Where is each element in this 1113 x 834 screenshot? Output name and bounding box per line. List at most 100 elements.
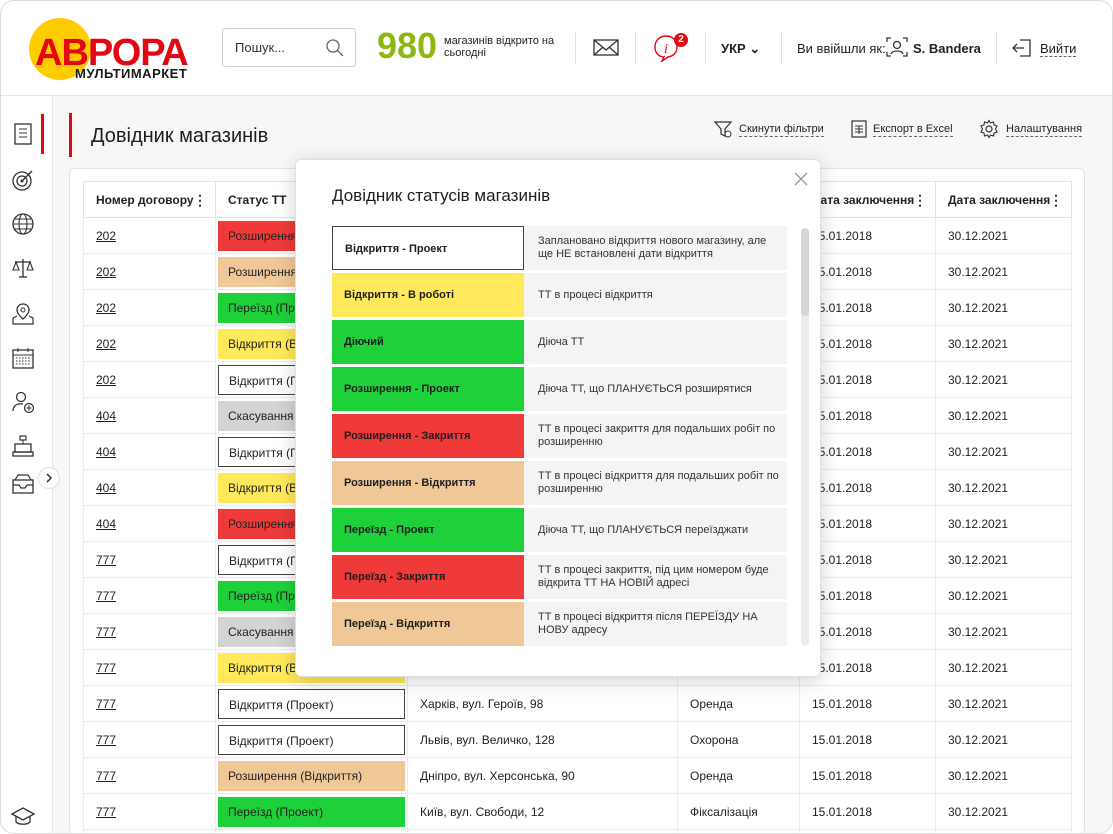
table-row[interactable]: 777 Відкриття (Проект) Харків, вул. Героїв… xyxy=(83,685,1072,722)
export-excel-link[interactable]: Експорт в Excel xyxy=(873,123,953,137)
date-end-cell xyxy=(935,829,1072,833)
contract-number-link[interactable]: 777 xyxy=(96,661,116,675)
status-badge[interactable]: Переїзд (Проект) xyxy=(218,796,405,827)
contract-number-cell[interactable] xyxy=(83,829,216,833)
column-menu-icon[interactable]: ⋮ xyxy=(193,193,207,207)
settings-link[interactable]: Налаштування xyxy=(1006,123,1083,137)
contract-number-link[interactable]: 202 xyxy=(96,301,116,315)
contract-number-cell[interactable]: 777 xyxy=(83,577,216,614)
status-badge[interactable]: Відкриття (Проект) xyxy=(218,724,405,755)
logout-link[interactable]: Вийти xyxy=(1040,41,1077,57)
contract-number-link[interactable]: 777 xyxy=(96,733,116,747)
contract-number-link[interactable]: 404 xyxy=(96,517,116,531)
table-row[interactable]: 777 Переїзд (Проект) Київ, вул. Свободи, 1… xyxy=(83,793,1072,830)
search-box[interactable] xyxy=(222,28,356,67)
type-cell: Охорона xyxy=(677,721,800,758)
reset-filters-link[interactable]: Скинути фільтри xyxy=(739,123,824,137)
contract-number-cell[interactable]: 202 xyxy=(83,289,216,326)
column-menu-icon[interactable]: ⋮ xyxy=(1049,193,1063,207)
mail-icon[interactable] xyxy=(591,32,621,62)
date-end-cell: 30.12.2021 xyxy=(935,613,1072,650)
status-description: Діюча ТТ xyxy=(538,320,783,364)
contract-number-cell[interactable]: 404 xyxy=(83,397,216,434)
date-end-cell: 30.12.2021 xyxy=(935,253,1072,290)
table-row[interactable]: 777 Розширення (Відкриття) Дніпро, вул. Хе… xyxy=(83,757,1072,794)
column-header[interactable]: Дата заключення ⋮ xyxy=(935,181,1072,218)
contract-number-link[interactable]: 202 xyxy=(96,337,116,351)
sidebar-toggle-button[interactable] xyxy=(38,467,60,489)
contract-number-cell[interactable]: 202 xyxy=(83,325,216,362)
contract-number-link[interactable]: 777 xyxy=(96,589,116,603)
cash-register-icon[interactable] xyxy=(11,434,35,458)
date-end-cell: 30.12.2021 xyxy=(935,649,1072,686)
status-badge[interactable]: Відкриття (Проект) xyxy=(218,688,405,719)
contract-number-link[interactable]: 777 xyxy=(96,769,116,783)
contract-number-cell[interactable]: 777 xyxy=(83,541,216,578)
contract-number-cell[interactable]: 404 xyxy=(83,433,216,470)
logout-icon[interactable] xyxy=(1011,37,1033,59)
contract-number-link[interactable]: 404 xyxy=(96,409,116,423)
date-start-cell: 15.01.2018 xyxy=(799,793,936,830)
contract-number-link[interactable]: 777 xyxy=(96,553,116,567)
map-pin-icon[interactable] xyxy=(11,302,35,326)
language-label: УКР xyxy=(721,41,746,56)
contract-number-link[interactable]: 404 xyxy=(96,481,116,495)
column-menu-icon[interactable]: ⋮ xyxy=(913,193,927,207)
contract-number-cell[interactable]: 202 xyxy=(83,217,216,254)
close-icon[interactable] xyxy=(792,170,810,188)
header-divider xyxy=(635,31,636,65)
date-start-cell: 15.01.2018 xyxy=(799,685,936,722)
contract-number-link[interactable]: 202 xyxy=(96,373,116,387)
contract-number-cell[interactable]: 404 xyxy=(83,505,216,542)
contract-number-link[interactable]: 404 xyxy=(96,445,116,459)
scrollbar-thumb[interactable] xyxy=(801,228,809,316)
contract-number-cell[interactable]: 777 xyxy=(83,793,216,830)
target-icon[interactable] xyxy=(11,168,35,192)
gear-icon[interactable] xyxy=(979,119,999,139)
table-row[interactable]: 777 Відкриття (Проект) Львів, вул. Величко… xyxy=(83,721,1072,758)
chevron-down-icon: ⌄ xyxy=(749,41,761,56)
column-header-label: Статус ТТ xyxy=(228,192,287,207)
globe-icon[interactable] xyxy=(11,212,35,236)
chevron-right-icon xyxy=(46,473,53,483)
contract-number-cell[interactable]: 404 xyxy=(83,469,216,506)
status-row: Діючий Діюча ТТ xyxy=(332,320,787,364)
contract-number-cell[interactable]: 777 xyxy=(83,757,216,794)
inbox-icon[interactable] xyxy=(11,472,35,496)
contract-number-link[interactable]: 777 xyxy=(96,625,116,639)
header-divider xyxy=(705,31,706,65)
user-add-icon[interactable] xyxy=(11,390,35,414)
search-input[interactable] xyxy=(235,40,325,55)
modal-title: Довідник статусів магазинів xyxy=(332,186,551,205)
contract-number-cell[interactable]: 777 xyxy=(83,721,216,758)
address-cell xyxy=(407,829,678,833)
document-icon[interactable] xyxy=(11,122,35,146)
notification-badge: 2 xyxy=(674,33,688,47)
brand-logo[interactable]: АВРОРА МУЛЬТИМАРКЕТ xyxy=(29,18,199,82)
status-description-text: Заплановано відкриття нового магазину, а… xyxy=(538,235,767,260)
contract-number-cell[interactable]: 202 xyxy=(83,361,216,398)
excel-icon[interactable] xyxy=(849,119,869,139)
table-row[interactable] xyxy=(83,829,1072,833)
status-badge[interactable]: Розширення (Відкриття) xyxy=(218,760,405,791)
language-selector[interactable]: УКР ⌄ xyxy=(721,41,760,57)
column-header[interactable]: Номер договору ⋮ xyxy=(83,181,216,218)
contract-number-cell[interactable]: 202 xyxy=(83,253,216,290)
date-end-cell: 30.12.2021 xyxy=(935,325,1072,362)
contract-number-link[interactable]: 202 xyxy=(96,265,116,279)
contract-number-cell[interactable]: 777 xyxy=(83,649,216,686)
modal-scrollbar[interactable] xyxy=(801,228,809,646)
contract-number-link[interactable]: 777 xyxy=(96,805,116,819)
status-label: Розширення - Відкриття xyxy=(332,461,524,505)
contract-number-link[interactable]: 777 xyxy=(96,697,116,711)
calendar-icon[interactable] xyxy=(11,346,35,370)
contract-number-cell[interactable]: 777 xyxy=(83,685,216,722)
contract-number-cell[interactable]: 777 xyxy=(83,613,216,650)
scales-icon[interactable] xyxy=(11,256,35,280)
filter-reset-icon[interactable] xyxy=(713,119,733,139)
status-description-text: Діюча ТТ xyxy=(538,335,585,348)
search-icon[interactable] xyxy=(325,38,345,58)
contract-number-link[interactable]: 202 xyxy=(96,229,116,243)
graduation-cap-icon[interactable] xyxy=(11,804,35,828)
status-description-text: ТТ в процесі відкриття для подальших роб… xyxy=(538,470,779,495)
